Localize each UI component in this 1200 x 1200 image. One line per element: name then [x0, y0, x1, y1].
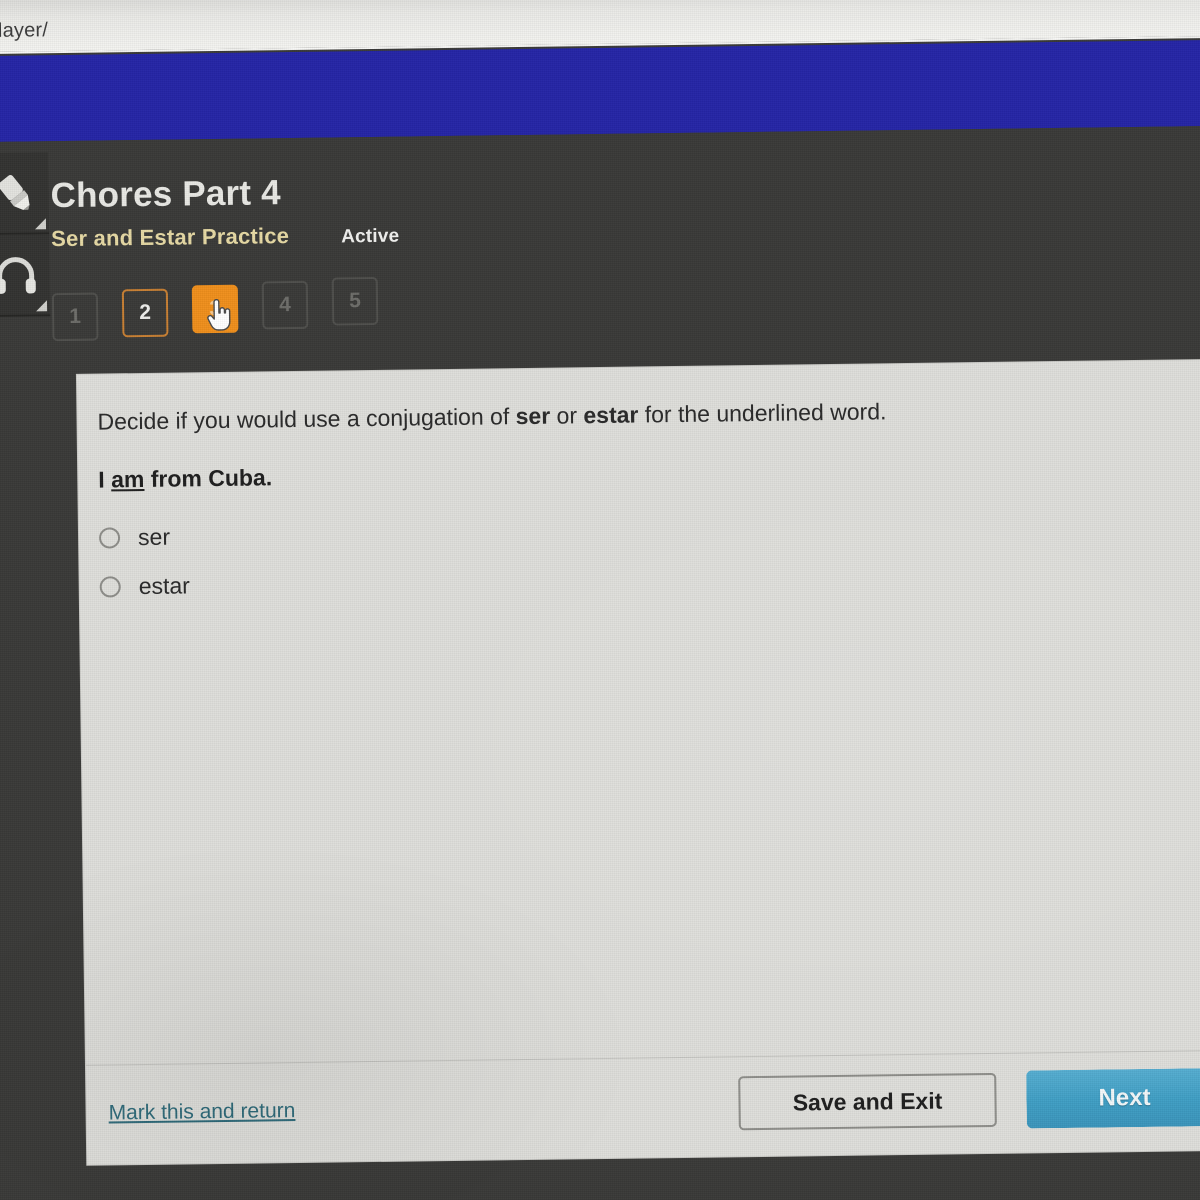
answer-label-ser: ser	[137, 523, 171, 551]
pager-item-4[interactable]: 4	[261, 280, 309, 330]
sentence-after: from Cuba.	[144, 464, 273, 492]
answer-choices: ser estar	[98, 523, 191, 622]
prompt-text-3: for the underlined word.	[638, 398, 887, 428]
sentence-underlined-word: am	[110, 465, 145, 493]
question-card: Decide if you would use a conjugation of…	[76, 359, 1200, 1165]
next-button-label: Next	[1098, 1083, 1151, 1112]
pager-item-3[interactable]: 3	[191, 284, 239, 334]
pager-label: 5	[349, 289, 361, 313]
highlighter-icon	[0, 174, 30, 210]
pager-item-2[interactable]: 2	[121, 288, 169, 338]
pager-label: 4	[279, 293, 292, 317]
assignment-subtitle: Ser and Estar Practice	[50, 223, 290, 252]
address-bar-url[interactable]: Player/	[0, 19, 48, 43]
sentence-before: I	[98, 466, 112, 493]
answer-label-estar: estar	[138, 572, 191, 600]
highlighter-tool-button[interactable]	[0, 152, 50, 236]
assignment-header: Chores Part 4 Ser and Estar Practice Act…	[50, 163, 951, 252]
mark-this-and-return-link[interactable]: Mark this and return	[108, 1099, 295, 1125]
pager-item-1[interactable]: 1	[51, 292, 99, 342]
screen-photo: Player/ Chores Part 4 Ser and Estar Prac…	[0, 0, 1200, 1200]
pager-item-5[interactable]: 5	[331, 276, 379, 326]
question-pager: 1 2 3 4 5	[51, 276, 403, 342]
pager-label: 3	[209, 296, 222, 321]
card-footer: Mark this and return Save and Exit Next	[85, 1049, 1200, 1165]
headphones-icon	[0, 257, 36, 294]
site-brand-banner	[0, 39, 1200, 143]
question-sentence: I am from Cuba.	[98, 464, 272, 493]
answer-choice-ser[interactable]: ser	[98, 523, 189, 551]
pager-label: 2	[139, 300, 152, 325]
save-and-exit-button[interactable]: Save and Exit	[738, 1072, 997, 1131]
question-prompt: Decide if you would use a conjugation of…	[97, 392, 1177, 437]
read-aloud-tool-button[interactable]	[0, 234, 51, 318]
next-button[interactable]: Next	[1026, 1068, 1200, 1129]
pager-label: 1	[69, 304, 82, 328]
prompt-bold-ser: ser	[515, 402, 551, 430]
status-badge: Active	[340, 225, 400, 248]
answer-choice-estar[interactable]: estar	[99, 572, 191, 600]
tool-rail	[0, 152, 51, 318]
radio-button-estar[interactable]	[99, 576, 121, 598]
prompt-text-1: Decide if you would use a conjugation of	[97, 403, 516, 435]
prompt-text-2: or	[550, 402, 584, 429]
prompt-bold-estar: estar	[583, 401, 639, 429]
tilted-screen-content: Player/ Chores Part 4 Ser and Estar Prac…	[0, 0, 1200, 1200]
radio-button-ser[interactable]	[98, 527, 121, 549]
